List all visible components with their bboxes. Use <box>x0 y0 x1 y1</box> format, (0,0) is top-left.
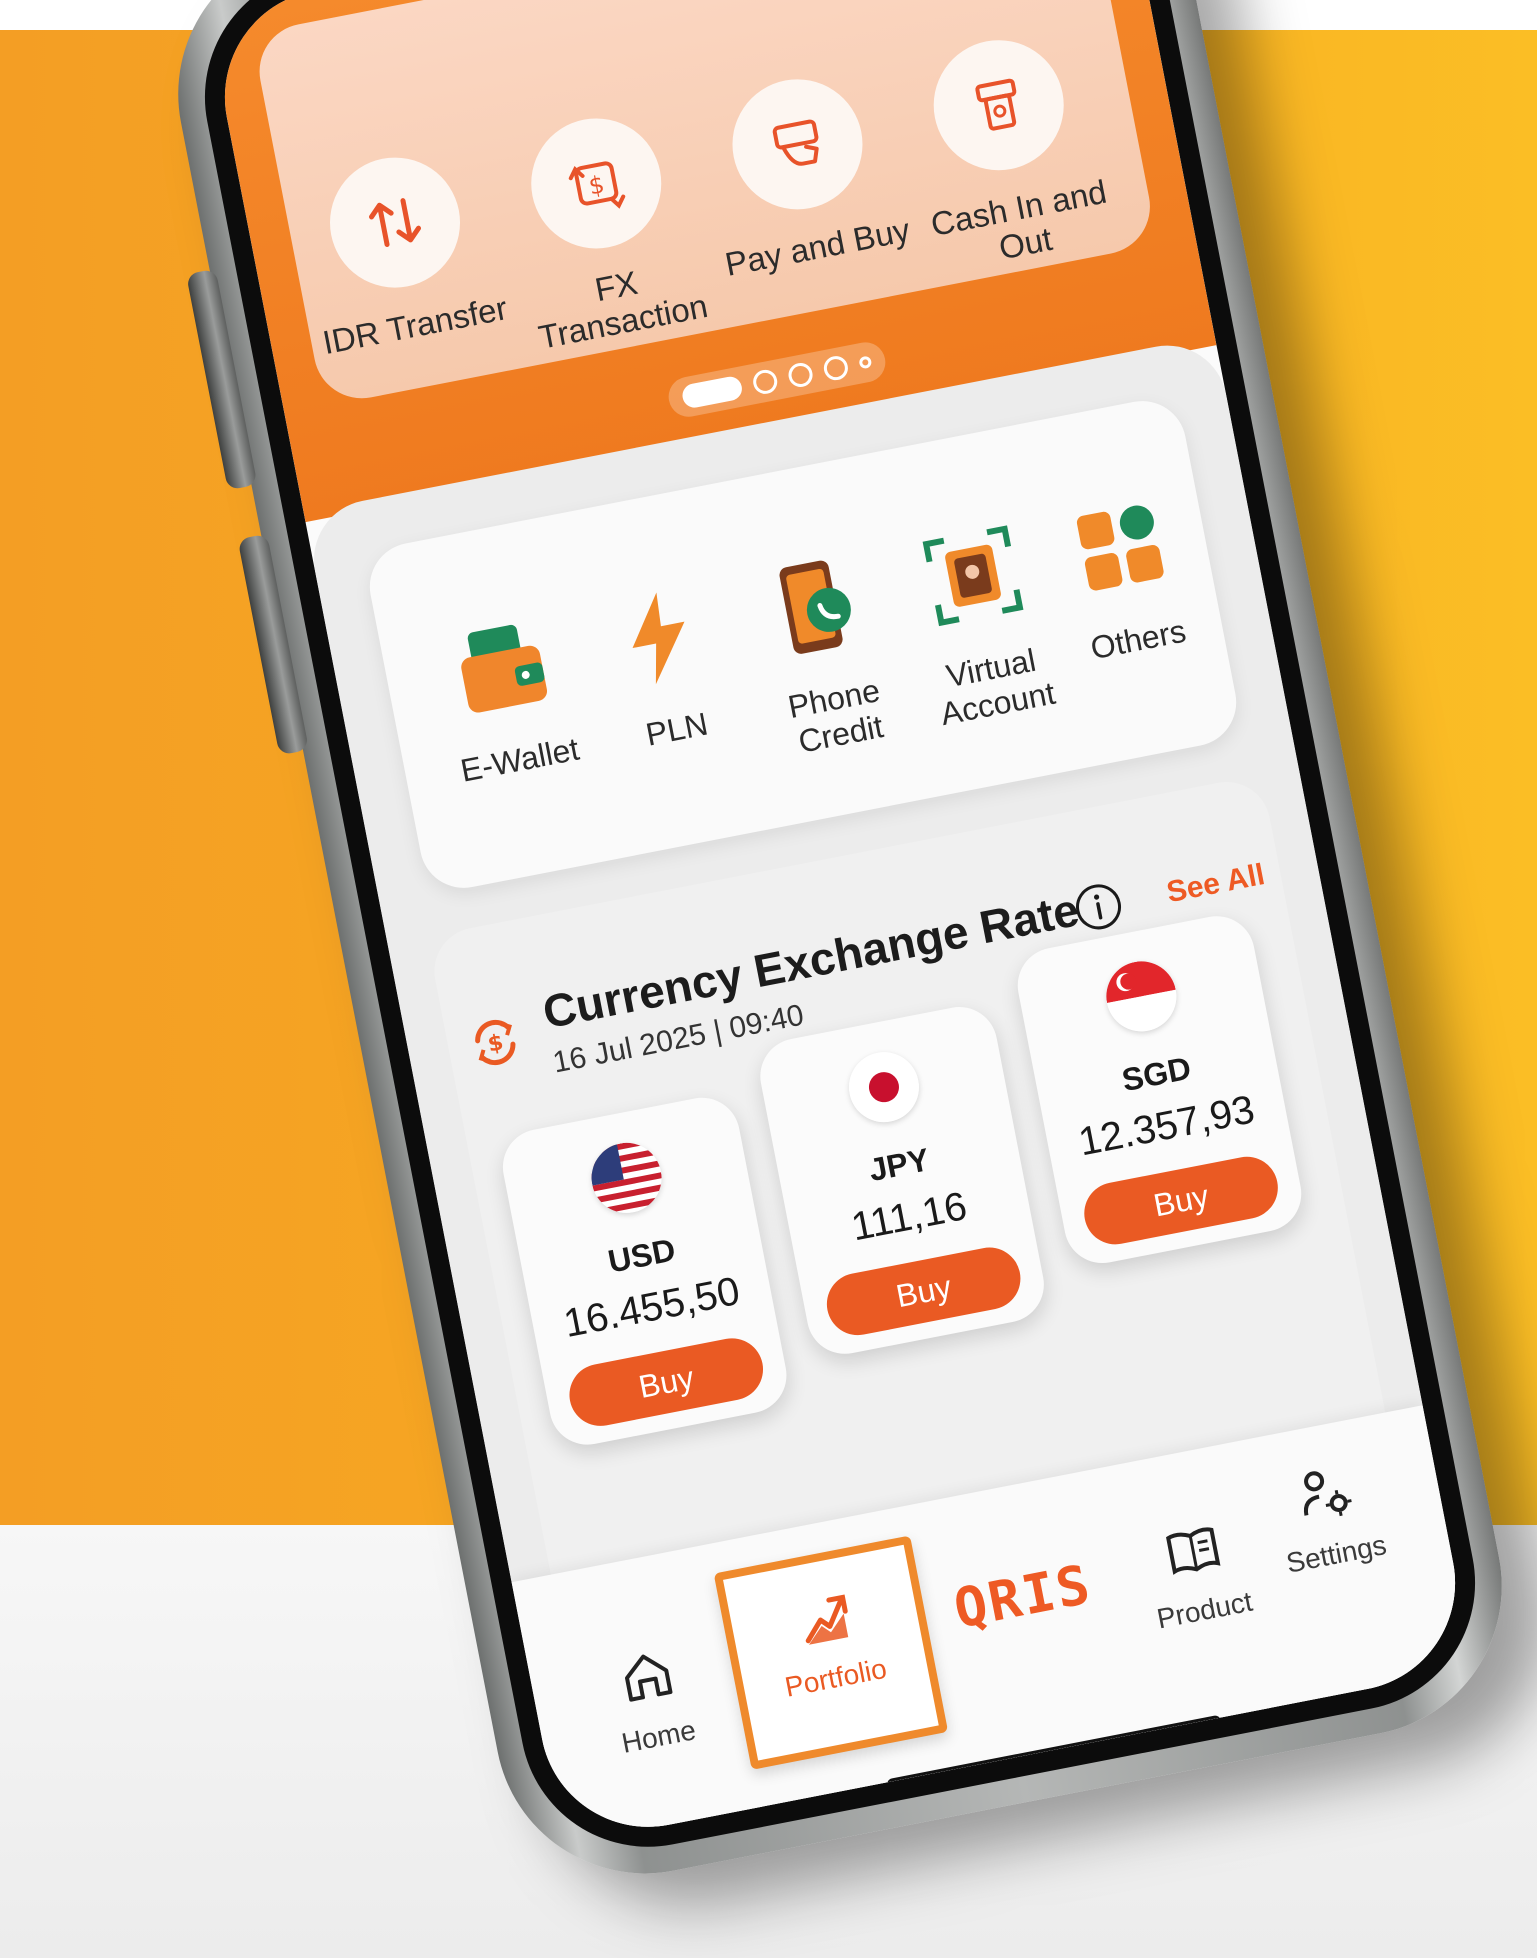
service-phone-credit[interactable]: Phone Credit <box>733 543 918 766</box>
fx-exchange-icon: $ <box>520 107 673 260</box>
service-label: Virtual Account <box>937 641 1059 733</box>
home-icon <box>614 1643 680 1709</box>
pay-hand-icon <box>721 68 874 221</box>
service-label: Phone Credit <box>785 672 887 760</box>
service-label: Others <box>1087 612 1189 667</box>
carousel-dot[interactable] <box>786 360 815 390</box>
quick-action-cash-in-out[interactable]: Cash In and Out <box>893 23 1122 279</box>
currency-exchange-icon: $ <box>464 1011 527 1074</box>
nav-portfolio[interactable]: Portfolio <box>713 1535 949 1770</box>
svg-text:$: $ <box>486 1030 506 1057</box>
wallet-icon <box>443 609 560 726</box>
trend-up-icon <box>791 1585 857 1651</box>
service-e-wallet[interactable]: E-Wallet <box>419 604 597 792</box>
sg-flag-icon <box>1100 955 1183 1038</box>
carousel-dot[interactable] <box>821 354 850 383</box>
carousel-dot-active[interactable] <box>680 374 744 410</box>
quick-action-label: FX Transaction <box>535 263 711 356</box>
jp-flag-icon <box>842 1046 926 1129</box>
grid-others-icon <box>1062 489 1179 606</box>
service-label: PLN <box>642 705 711 753</box>
transfer-arrows-icon <box>318 146 472 299</box>
book-icon <box>1160 1517 1226 1583</box>
user-settings-icon <box>1292 1461 1358 1527</box>
quick-action-label: IDR Transfer <box>319 289 511 362</box>
quick-action-label: Pay and Buy <box>722 210 913 283</box>
qris-logo[interactable]: QRIS <box>949 1552 1097 1640</box>
nav-label: Home <box>619 1714 699 1759</box>
svg-text:$: $ <box>586 170 606 200</box>
quick-action-label: Cash In and Out <box>927 172 1110 267</box>
quick-actions-card: IDR Transfer $ FX Transaction Pay and Bu… <box>251 0 1159 407</box>
nav-home[interactable]: Home <box>568 1634 735 1767</box>
carousel-dot[interactable] <box>751 367 780 396</box>
lightning-icon <box>600 578 717 695</box>
carousel-dot[interactable] <box>858 355 873 370</box>
info-icon[interactable] <box>1069 878 1128 937</box>
nav-label: Settings <box>1283 1529 1389 1579</box>
nav-label: Portfolio <box>782 1652 890 1703</box>
quick-action-pay-and-buy[interactable]: Pay and Buy <box>692 62 914 283</box>
us-flag-icon <box>585 1136 668 1219</box>
virtual-account-icon <box>914 517 1031 634</box>
service-others[interactable]: Others <box>1037 484 1215 672</box>
phone-credit-icon <box>757 548 874 665</box>
quick-action-fx-transaction[interactable]: $ FX Transaction <box>491 102 720 358</box>
nav-settings[interactable]: Settings <box>1246 1452 1413 1585</box>
atm-cash-icon <box>922 29 1075 182</box>
quick-action-idr-transfer[interactable]: IDR Transfer <box>289 141 511 362</box>
nav-label: Product <box>1154 1585 1255 1635</box>
service-label: E-Wallet <box>457 730 582 789</box>
service-pln[interactable]: PLN <box>576 573 754 761</box>
